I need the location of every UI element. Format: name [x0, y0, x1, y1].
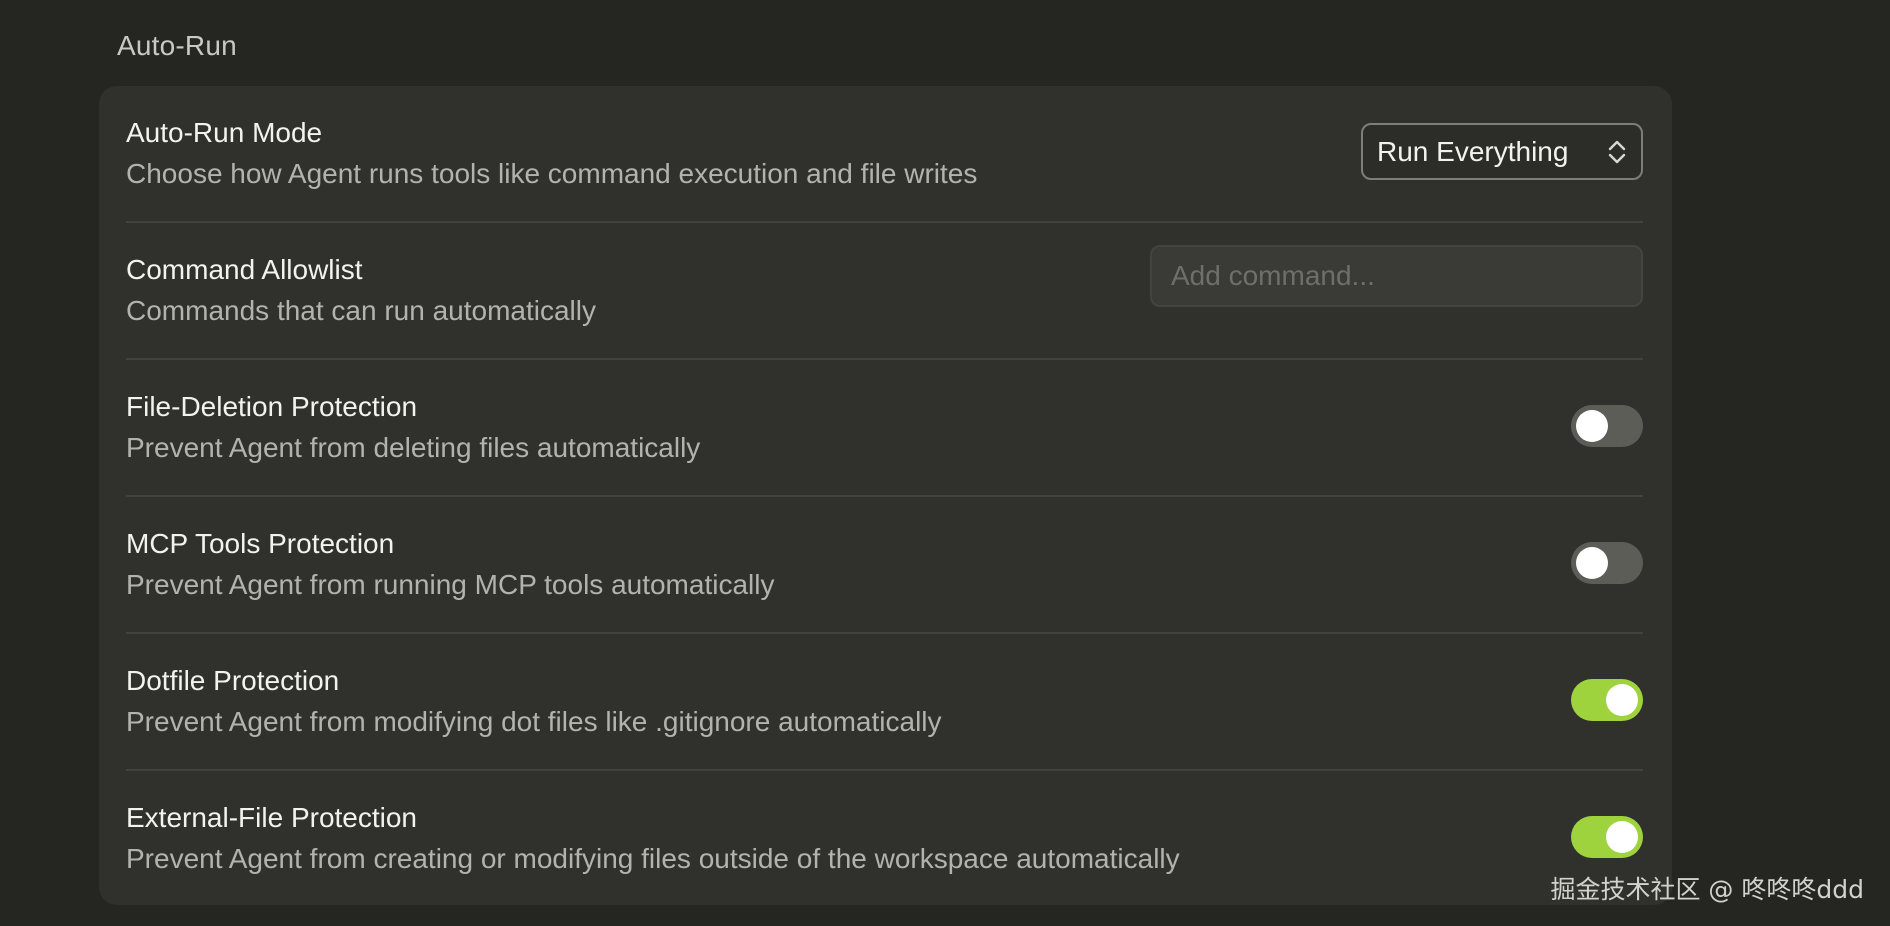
chevron-up-down-icon [1608, 140, 1626, 164]
command-allowlist-title: Command Allowlist [126, 254, 363, 285]
file-deletion-protection-row: File-Deletion Protection Prevent Agent f… [126, 360, 1643, 497]
command-allowlist-text: Command Allowlist Commands that can run … [126, 253, 596, 328]
external-file-protection-toggle[interactable] [1571, 816, 1643, 858]
external-file-protection-title: External-File Protection [126, 802, 418, 833]
mcp-tools-protection-title: MCP Tools Protection [126, 528, 395, 559]
external-file-protection-description: Prevent Agent from creating or modifying… [126, 843, 1180, 874]
file-deletion-protection-text: File-Deletion Protection Prevent Agent f… [126, 390, 700, 465]
add-command-input[interactable] [1150, 245, 1643, 307]
mcp-tools-protection-text: MCP Tools Protection Prevent Agent from … [126, 527, 774, 602]
dotfile-protection-description: Prevent Agent from modifying dot files l… [126, 706, 942, 737]
auto-run-mode-select[interactable]: Run Everything [1361, 123, 1643, 180]
auto-run-mode-description: Choose how Agent runs tools like command… [126, 158, 978, 189]
toggle-knob [1576, 547, 1608, 579]
settings-page: Auto-Run Auto-Run Mode Choose how Agent … [0, 0, 1890, 926]
external-file-protection-row: External-File Protection Prevent Agent f… [126, 771, 1643, 908]
toggle-knob [1576, 410, 1608, 442]
mcp-tools-protection-description: Prevent Agent from running MCP tools aut… [126, 569, 775, 600]
mcp-tools-protection-toggle[interactable] [1571, 542, 1643, 584]
auto-run-mode-text: Auto-Run Mode Choose how Agent runs tool… [126, 116, 977, 191]
auto-run-mode-selected-value: Run Everything [1377, 135, 1569, 167]
file-deletion-protection-description: Prevent Agent from deleting files automa… [126, 432, 701, 463]
auto-run-mode-title: Auto-Run Mode [126, 117, 323, 148]
file-deletion-protection-title: File-Deletion Protection [126, 391, 418, 422]
dotfile-protection-toggle[interactable] [1571, 679, 1643, 721]
file-deletion-protection-toggle[interactable] [1571, 405, 1643, 447]
toggle-knob [1606, 684, 1638, 716]
command-allowlist-row: Command Allowlist Commands that can run … [126, 223, 1643, 360]
command-allowlist-description: Commands that can run automatically [126, 295, 596, 326]
mcp-tools-protection-row: MCP Tools Protection Prevent Agent from … [126, 497, 1643, 634]
watermark: 掘金技术社区 @ 咚咚咚ddd [1550, 875, 1864, 904]
auto-run-settings-card: Auto-Run Mode Choose how Agent runs tool… [99, 86, 1672, 905]
dotfile-protection-text: Dotfile Protection Prevent Agent from mo… [126, 664, 942, 739]
auto-run-mode-row: Auto-Run Mode Choose how Agent runs tool… [126, 86, 1643, 223]
external-file-protection-text: External-File Protection Prevent Agent f… [126, 801, 1180, 876]
dotfile-protection-title: Dotfile Protection [126, 665, 340, 696]
section-title: Auto-Run [117, 30, 237, 61]
dotfile-protection-row: Dotfile Protection Prevent Agent from mo… [126, 634, 1643, 771]
toggle-knob [1606, 821, 1638, 853]
